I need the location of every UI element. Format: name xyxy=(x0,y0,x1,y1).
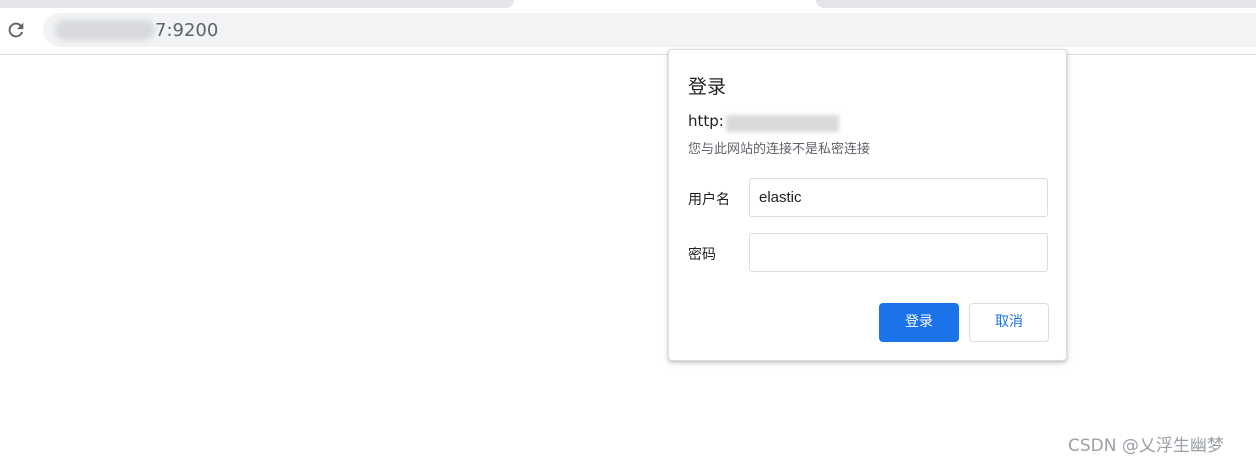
dialog-origin: http: xyxy=(688,112,724,130)
username-label: 用户名 xyxy=(688,192,730,208)
cancel-button[interactable]: 取消 xyxy=(969,303,1049,342)
browser-toolbar: 7:9200 xyxy=(0,9,1256,55)
address-bar[interactable]: 7:9200 xyxy=(43,13,1256,47)
login-button[interactable]: 登录 xyxy=(879,303,959,342)
watermark: CSDN @乂浮生幽梦 xyxy=(1068,436,1224,456)
username-field[interactable]: elastic xyxy=(749,178,1048,217)
connection-warning: 您与此网站的连接不是私密连接 xyxy=(688,142,871,157)
tab-strip xyxy=(0,0,1256,9)
reload-icon[interactable] xyxy=(5,19,27,41)
password-label: 密码 xyxy=(688,247,716,263)
tab-background[interactable] xyxy=(816,0,1256,8)
redacted-origin xyxy=(726,115,839,132)
dialog-title: 登录 xyxy=(688,76,727,98)
login-dialog: 登录 http: 您与此网站的连接不是私密连接 用户名 elastic 密码 登… xyxy=(668,49,1067,361)
address-text: 7:9200 xyxy=(155,20,219,41)
tab-background[interactable] xyxy=(0,0,514,8)
redacted-host xyxy=(55,20,155,40)
password-field[interactable] xyxy=(749,233,1048,272)
